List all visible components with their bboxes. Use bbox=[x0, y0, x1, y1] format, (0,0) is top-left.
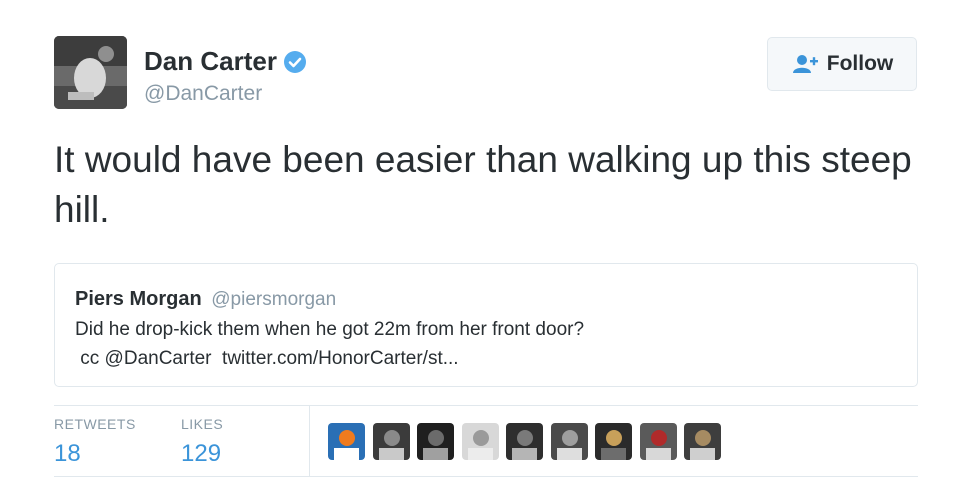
stats-divider-bottom bbox=[54, 476, 918, 477]
quoted-author-name: Piers Morgan bbox=[75, 288, 202, 310]
author-handle[interactable]: @DanCarter bbox=[144, 82, 262, 106]
author-name-text[interactable]: Dan Carter bbox=[144, 46, 277, 77]
liker-avatar-5[interactable] bbox=[506, 423, 543, 460]
add-user-icon bbox=[792, 55, 818, 73]
liker-avatar-6[interactable] bbox=[550, 423, 588, 460]
liker-avatar-7[interactable] bbox=[595, 423, 632, 460]
likes-count: 129 bbox=[181, 440, 222, 467]
follow-button[interactable]: Follow bbox=[767, 37, 917, 91]
quoted-tweet-header: Piers Morgan @piersmorgan bbox=[75, 288, 336, 311]
quoted-tweet[interactable]: Piers Morgan @piersmorgan Did he drop-ki… bbox=[54, 263, 918, 387]
author-name[interactable]: Dan Carter bbox=[144, 46, 307, 77]
quoted-tweet-text-line1: Did he drop-kick them when he got 22m fr… bbox=[75, 319, 585, 340]
retweets-count: 18 bbox=[54, 440, 81, 467]
stats-vertical-divider bbox=[309, 406, 310, 476]
liker-avatar-8[interactable] bbox=[639, 423, 677, 460]
quoted-author-handle: @piersmorgan bbox=[211, 289, 337, 310]
quoted-tweet-text-line2: cc @DanCarter twitter.com/HonorCarter/st… bbox=[75, 348, 459, 369]
liker-avatar-1[interactable] bbox=[328, 423, 365, 460]
liker-avatar-2[interactable] bbox=[372, 423, 410, 460]
tweet-text: It would have been easier than walking u… bbox=[54, 139, 912, 230]
retweets-stat[interactable]: RETWEETS 18 bbox=[54, 416, 136, 468]
likes-label: LIKES bbox=[181, 416, 224, 432]
verified-badge-icon bbox=[283, 50, 307, 74]
liker-avatar-9[interactable] bbox=[684, 423, 721, 460]
likes-stat[interactable]: LIKES 129 bbox=[181, 416, 223, 468]
retweets-label: RETWEETS bbox=[54, 416, 136, 432]
author-avatar[interactable] bbox=[54, 36, 127, 109]
liker-avatar-4[interactable] bbox=[461, 423, 499, 460]
follow-button-label: Follow bbox=[826, 52, 894, 75]
stats-divider-top bbox=[54, 405, 918, 406]
liker-avatar-3[interactable] bbox=[417, 423, 454, 460]
